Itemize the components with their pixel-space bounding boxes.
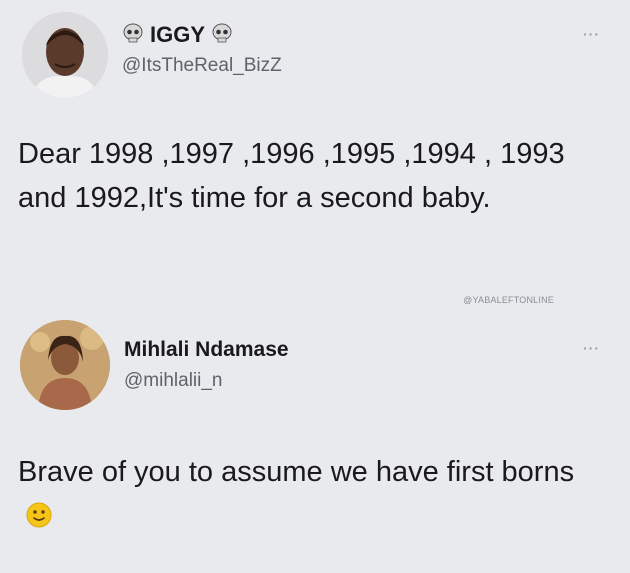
watermark: @YABALEFTONLINE (463, 295, 554, 305)
more-icon[interactable]: ··· (583, 26, 600, 42)
name-row: Mihlali Ndamase (124, 338, 289, 362)
display-name[interactable]: IGGY (150, 22, 205, 48)
handle[interactable]: @ItsTheReal_BizZ (122, 55, 282, 77)
name-row: IGGY (122, 22, 233, 48)
more-icon[interactable]: ··· (583, 340, 600, 356)
tweet-iggy: IGGY @ItsTheReal_BizZ ··· Dear 1998 ,199… (0, 0, 630, 300)
skull-icon (211, 23, 233, 48)
handle[interactable]: @mihlalii_n (124, 370, 223, 392)
tweet-text: Dear 1998 ,1997 ,1996 ,1995 ,1994 , 1993… (18, 138, 565, 214)
tweet-text: Brave of you to assume we have first bor… (18, 450, 606, 538)
skull-icon (122, 23, 144, 48)
tweet-mihlali: @YABALEFTONLINE Mihlali Ndamase @mihlali… (0, 295, 630, 573)
tweet-text-content: Brave of you to assume we have first bor… (18, 456, 575, 488)
avatar[interactable] (22, 12, 108, 98)
avatar[interactable] (20, 320, 110, 410)
display-name[interactable]: Mihlali Ndamase (124, 338, 289, 362)
slightly-smiling-face-icon (26, 497, 52, 528)
